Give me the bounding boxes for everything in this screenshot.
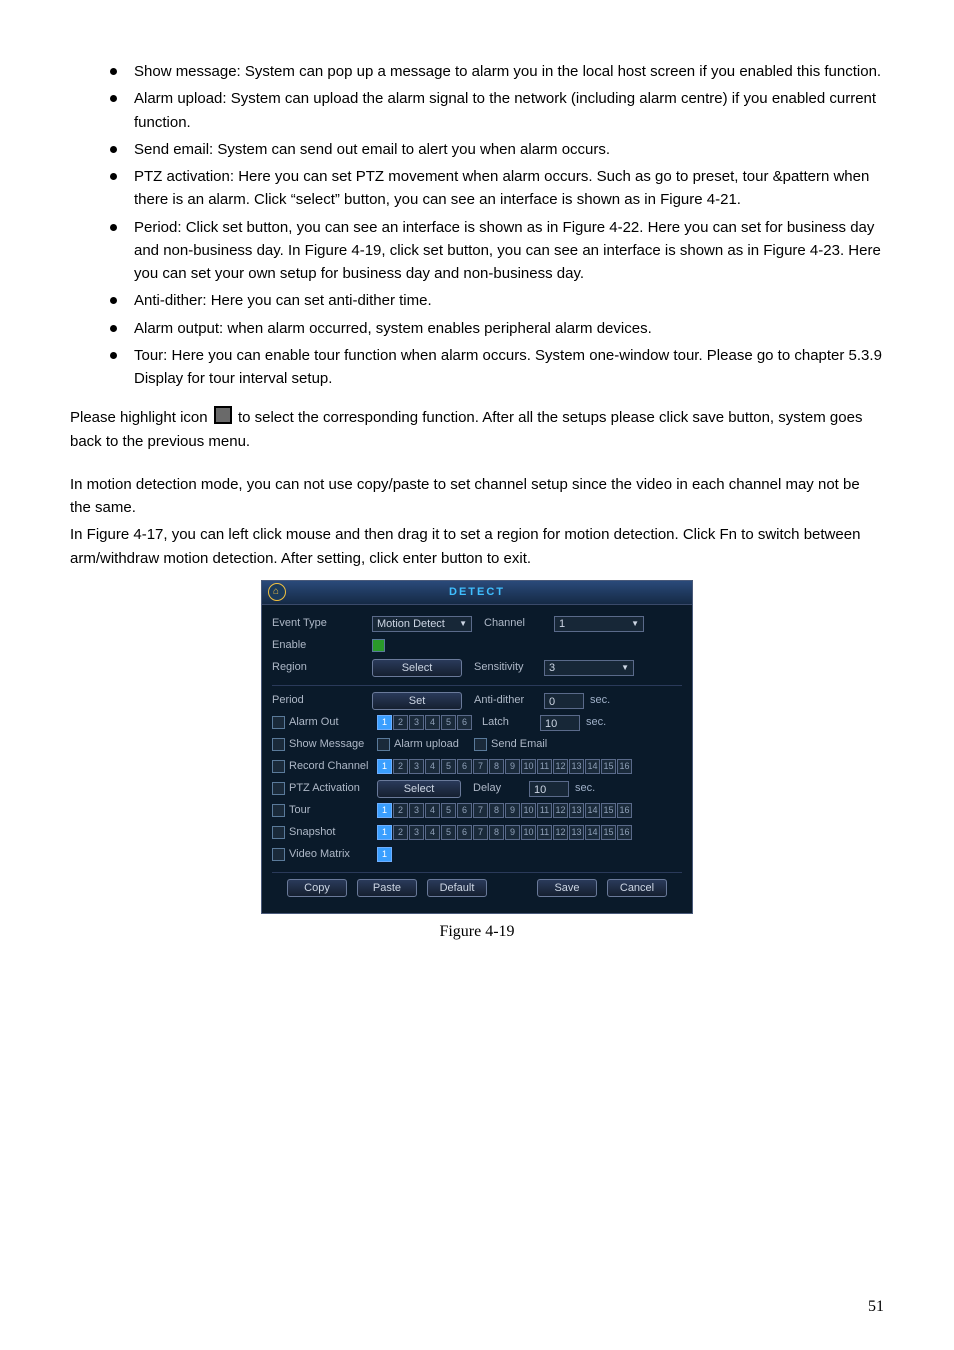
latch-input[interactable]: 10 <box>540 715 580 731</box>
enable-label: Enable <box>272 637 372 654</box>
send-email-label: Send Email <box>491 736 547 753</box>
snapshot-strip[interactable]: 12345678910111213141516 <box>377 825 632 840</box>
chevron-down-icon: ▼ <box>631 616 639 632</box>
default-button[interactable]: Default <box>427 879 487 897</box>
title-bar: ⌂ DETECT <box>262 581 692 605</box>
tour-checkbox[interactable] <box>272 804 285 817</box>
unit-label: sec. <box>590 692 610 709</box>
alarm-out-strip[interactable]: 123456 <box>377 715 472 730</box>
ptz-activation-label: PTZ Activation <box>289 780 377 797</box>
highlight-icon <box>214 406 232 424</box>
video-matrix-strip[interactable]: 1 <box>377 847 392 862</box>
ptz-activation-checkbox[interactable] <box>272 782 285 795</box>
antidither-label: Anti-dither <box>474 692 544 709</box>
dropdown-value: 1 <box>559 616 565 632</box>
copy-button[interactable]: Copy <box>287 879 347 897</box>
alarm-out-checkbox[interactable] <box>272 716 285 729</box>
window-title: DETECT <box>449 586 505 598</box>
bullet-item: Alarm output: when alarm occurred, syste… <box>110 317 884 340</box>
save-button[interactable]: Save <box>537 879 597 897</box>
paragraph: In motion detection mode, you can not us… <box>70 473 884 520</box>
unit-label: sec. <box>586 714 606 731</box>
video-matrix-checkbox[interactable] <box>272 848 285 861</box>
bullet-item: Tour: Here you can enable tour function … <box>110 344 884 391</box>
home-icon[interactable]: ⌂ <box>268 583 286 601</box>
tour-strip[interactable]: 12345678910111213141516 <box>377 803 632 818</box>
show-message-checkbox[interactable] <box>272 738 285 751</box>
chevron-down-icon: ▼ <box>621 660 629 676</box>
snapshot-checkbox[interactable] <box>272 826 285 839</box>
tour-label: Tour <box>289 802 377 819</box>
alarm-out-label: Alarm Out <box>289 714 377 731</box>
show-message-label: Show Message <box>289 736 377 753</box>
bullet-item: Alarm upload: System can upload the alar… <box>110 87 884 134</box>
delay-label: Delay <box>473 780 529 797</box>
record-channel-checkbox[interactable] <box>272 760 285 773</box>
event-type-select[interactable]: Motion Detect ▼ <box>372 616 472 632</box>
detect-window: ⌂ DETECT Event Type Motion Detect ▼ Chan… <box>261 580 693 914</box>
event-type-label: Event Type <box>272 615 372 632</box>
bullet-item: Show message: System can pop up a messag… <box>110 60 884 83</box>
figure-caption: Figure 4-19 <box>70 920 884 945</box>
record-channel-strip[interactable]: 12345678910111213141516 <box>377 759 632 774</box>
dropdown-value: 3 <box>549 660 555 676</box>
unit-label: sec. <box>575 780 595 797</box>
alarm-upload-checkbox[interactable] <box>377 738 390 751</box>
bullet-list: Show message: System can pop up a messag… <box>70 60 884 390</box>
sensitivity-select[interactable]: 3 ▼ <box>544 660 634 676</box>
video-matrix-label: Video Matrix <box>289 846 377 863</box>
bullet-item: Send email: System can send out email to… <box>110 138 884 161</box>
paste-button[interactable]: Paste <box>357 879 417 897</box>
channel-label: Channel <box>484 615 554 632</box>
channel-select[interactable]: 1 ▼ <box>554 616 644 632</box>
dropdown-value: Motion Detect <box>377 616 445 632</box>
record-channel-label: Record Channel <box>289 758 377 775</box>
paragraph: Please highlight icon to select the corr… <box>70 406 884 453</box>
ptz-select-button[interactable]: Select <box>377 780 461 798</box>
period-label: Period <box>272 692 372 709</box>
region-select-button[interactable]: Select <box>372 659 462 677</box>
delay-input[interactable]: 10 <box>529 781 569 797</box>
page-number: 51 <box>868 1295 884 1320</box>
sensitivity-label: Sensitivity <box>474 659 544 676</box>
antidither-input[interactable]: 0 <box>544 693 584 709</box>
region-label: Region <box>272 659 372 676</box>
cancel-button[interactable]: Cancel <box>607 879 667 897</box>
latch-label: Latch <box>482 714 540 731</box>
paragraph: In Figure 4-17, you can left click mouse… <box>70 523 884 570</box>
bullet-item: PTZ activation: Here you can set PTZ mov… <box>110 165 884 212</box>
snapshot-label: Snapshot <box>289 824 377 841</box>
alarm-upload-label: Alarm upload <box>394 736 474 753</box>
text: Please highlight icon <box>70 409 212 426</box>
chevron-down-icon: ▼ <box>459 616 467 632</box>
enable-checkbox[interactable] <box>372 639 385 652</box>
send-email-checkbox[interactable] <box>474 738 487 751</box>
period-set-button[interactable]: Set <box>372 692 462 710</box>
bullet-item: Period: Click set button, you can see an… <box>110 216 884 286</box>
bullet-item: Anti-dither: Here you can set anti-dithe… <box>110 289 884 312</box>
